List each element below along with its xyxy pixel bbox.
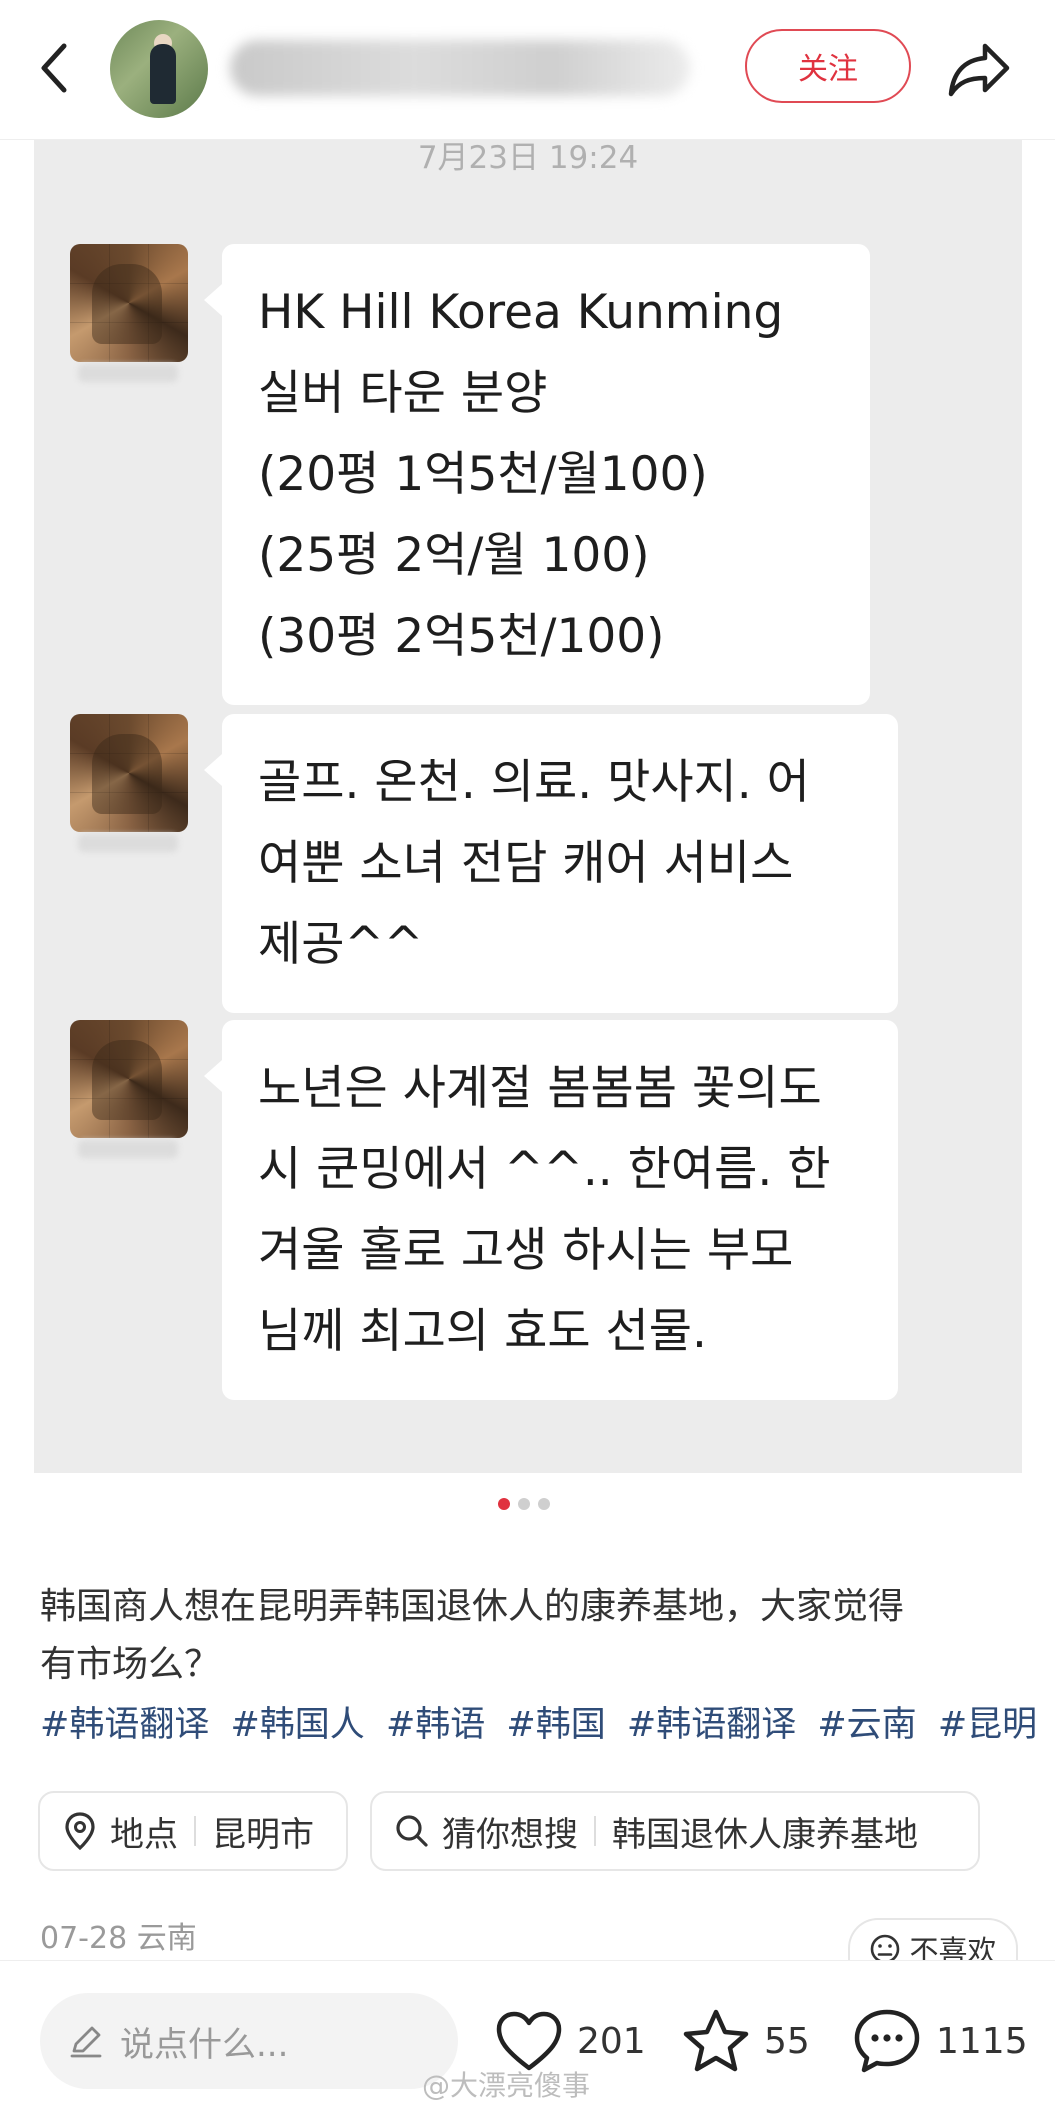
location-pin-icon <box>65 1812 95 1851</box>
message-line: (25평 2억/월 100) <box>258 528 650 583</box>
pager-dot[interactable] <box>538 1498 550 1510</box>
message-line: 여뿐 소녀 전담 캐어 서비스 <box>258 836 794 891</box>
hashtag[interactable]: #韩语翻译 <box>627 1705 796 1745</box>
message-bubble: 노년은 사계절 봄봄봄 꽃의도 시 쿤밍에서 ^^.. 한여름. 한 겨울 홀로… <box>204 1020 898 1400</box>
author-avatar[interactable] <box>110 20 208 118</box>
like-count: 201 <box>577 2020 646 2062</box>
message-line: 골프. 온천. 의료. 맛사지. 어 <box>258 755 810 810</box>
comment-button[interactable]: 1115 <box>852 2001 1028 2081</box>
message-bubble: 골프. 온천. 의료. 맛사지. 어 여뿐 소녀 전담 캐어 서비스 제공^^ <box>204 714 898 1013</box>
sender-name-blurred <box>78 1140 178 1158</box>
image-pager[interactable] <box>498 1498 550 1510</box>
post-date-location: 07-28 云南 <box>40 1921 197 1956</box>
sender-name-blurred <box>78 364 178 382</box>
share-icon <box>948 43 1010 97</box>
post-text-line: 韩国商人想在昆明弄韩国退休人的康养基地，大家觉得 <box>40 1586 905 1627</box>
sender-name-blurred <box>78 834 178 852</box>
comment-count: 1115 <box>936 2020 1028 2062</box>
search-chip-label: 猜你想搜 <box>442 1814 578 1855</box>
chat-bubble-icon <box>854 2009 920 2073</box>
hashtag[interactable]: #韩语翻译 <box>40 1705 209 1745</box>
location-chip[interactable]: 地点 昆明市 <box>38 1791 348 1871</box>
message-line: (20평 1억5천/월100) <box>258 447 708 502</box>
hashtag[interactable]: #韩国 <box>506 1705 605 1745</box>
sender-avatar-pixelated <box>70 1020 188 1138</box>
share-button[interactable] <box>945 34 1015 104</box>
post-text-line: 有市场么？ <box>40 1644 221 1685</box>
back-button[interactable] <box>30 38 80 98</box>
message-line: 노년은 사계절 봄봄봄 꽃의도 <box>258 1061 822 1116</box>
message-line: (30평 2억5천/100) <box>258 609 665 664</box>
comment-input[interactable]: 说点什么... <box>40 1993 458 2089</box>
message-line: HK Hill Korea Kunming <box>258 285 784 340</box>
top-bar: 关注 <box>0 0 1055 140</box>
back-icon <box>41 43 67 93</box>
message-line: 겨울 홀로 고생 하시는 부모 <box>258 1223 794 1278</box>
pager-dot-active[interactable] <box>498 1498 510 1510</box>
search-suggestion-chip[interactable]: 猜你想搜 韩国退休人康养基地 <box>370 1791 980 1871</box>
post-image[interactable]: 7月23日 19:24 HK Hill Korea Kunming 실버 타운 … <box>34 140 1022 1473</box>
message-line: 시 쿤밍에서 ^^.. 한여름. 한 <box>258 1142 831 1197</box>
location-chip-label: 地点 <box>110 1814 178 1855</box>
follow-button[interactable]: 关注 <box>745 29 911 103</box>
hashtag[interactable]: #韩语 <box>386 1705 485 1745</box>
message-bubble: HK Hill Korea Kunming 실버 타운 분양 (20평 1억5천… <box>204 244 870 705</box>
chip-divider <box>194 1816 196 1846</box>
bottom-action-bar: 说点什么... 201 55 1115 @大漂亮傻事 <box>0 1960 1055 2110</box>
comment-placeholder: 说点什么... <box>120 2024 289 2065</box>
search-chip-value: 韩国退休人康养基地 <box>612 1814 918 1855</box>
message-line: 실버 타운 분양 <box>258 366 548 421</box>
sender-avatar-pixelated <box>70 714 188 832</box>
message-line: 제공^^ <box>258 917 424 972</box>
hashtag[interactable]: #云南 <box>817 1705 916 1745</box>
chip-divider <box>594 1816 596 1846</box>
avatar-figure <box>150 44 176 104</box>
post-body: 韩国商人想在昆明弄韩国退休人的康养基地，大家觉得 有市场么？ <box>40 1578 1020 1694</box>
hashtag[interactable]: #昆明 <box>938 1705 1037 1745</box>
hashtag-list: #韩语翻译 #韩国人 #韩语 #韩国 #韩语翻译 #云南 #昆明 <box>40 1696 1040 1754</box>
message-line: 님께 최고의 효도 선물. <box>258 1304 707 1359</box>
watermark: @大漂亮傻事 <box>422 2069 591 2102</box>
favorite-button[interactable]: 55 <box>682 2001 810 2081</box>
star-icon <box>683 2009 749 2072</box>
author-name-blurred[interactable] <box>230 40 690 96</box>
hashtag[interactable]: #韩国人 <box>230 1705 364 1745</box>
sender-avatar-pixelated <box>70 244 188 362</box>
pager-dot[interactable] <box>518 1498 530 1510</box>
pencil-icon <box>70 2026 102 2058</box>
favorite-count: 55 <box>764 2020 810 2062</box>
search-icon <box>396 1815 428 1847</box>
location-chip-value: 昆明市 <box>212 1814 314 1855</box>
heart-icon <box>496 2011 562 2071</box>
